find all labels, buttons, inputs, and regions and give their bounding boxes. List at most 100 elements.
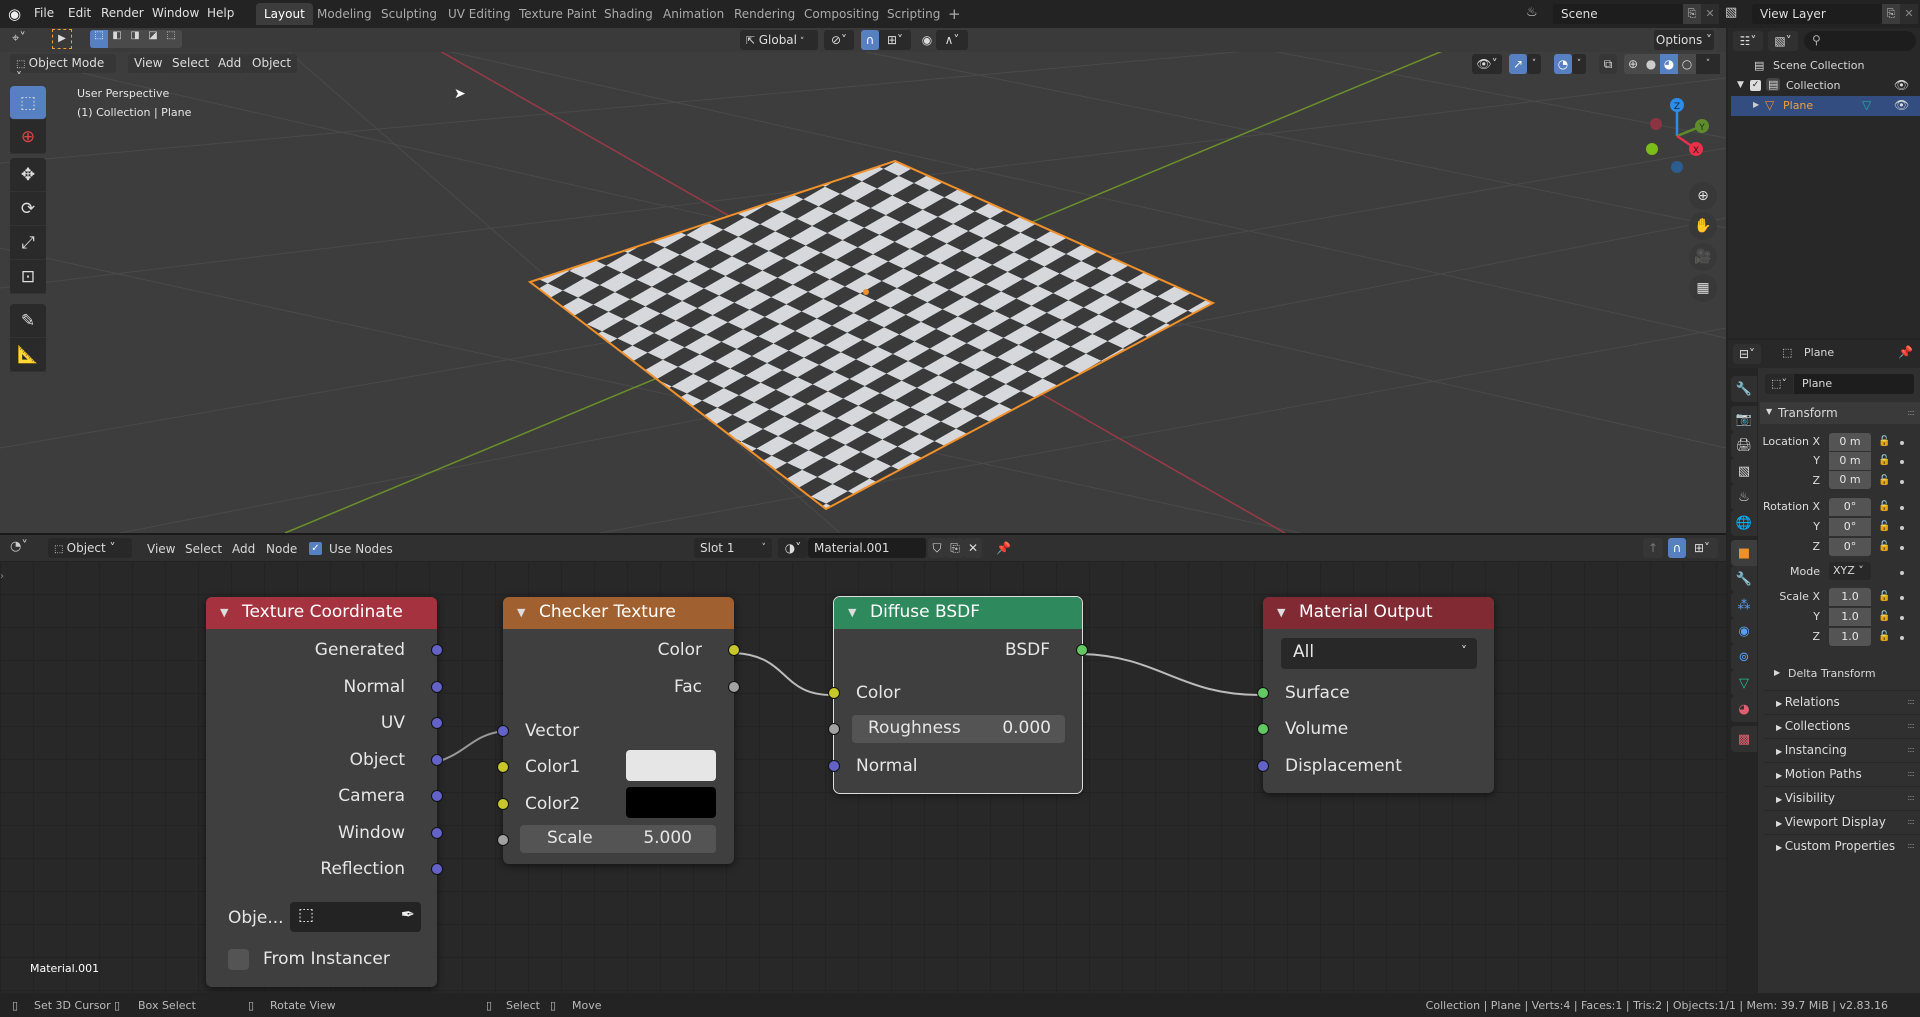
- xray-toggle-icon[interactable]: ⧉: [1599, 54, 1617, 74]
- select-intersect-icon[interactable]: ⬚: [162, 30, 180, 48]
- keyframe-dot[interactable]: [1900, 506, 1904, 510]
- move-tool-icon[interactable]: ✥: [10, 158, 46, 192]
- location-z-field[interactable]: 0 m: [1829, 471, 1871, 489]
- material-preview-shading-icon[interactable]: ◕: [1660, 54, 1678, 74]
- rotation-x-field[interactable]: 0°: [1829, 498, 1871, 516]
- drag-handle-icon[interactable]: ::::: [1907, 793, 1915, 802]
- add-workspace-button[interactable]: +: [940, 3, 969, 25]
- filter-dropdown[interactable]: ▧˅: [1768, 31, 1798, 51]
- target-dropdown[interactable]: All ˅: [1281, 638, 1477, 669]
- drag-handle-icon[interactable]: ::::: [1907, 841, 1915, 850]
- camera-view-icon[interactable]: 🎥: [1689, 243, 1717, 271]
- socket-object[interactable]: [431, 754, 443, 766]
- scene-icon[interactable]: ♨: [1526, 5, 1538, 20]
- gizmo-dropdown[interactable]: ˅: [1527, 54, 1541, 74]
- material-browse-icon[interactable]: ◑˅: [778, 538, 808, 558]
- new-material-icon[interactable]: ⎘: [946, 538, 964, 558]
- panel-visibility[interactable]: ▶ Visibility::::: [1764, 786, 1920, 808]
- output-tab-icon[interactable]: 🖨: [1731, 432, 1757, 458]
- lock-rotation-x-icon[interactable]: 🔓: [1878, 501, 1890, 512]
- tab-rendering[interactable]: Rendering: [726, 3, 803, 25]
- pan-view-icon[interactable]: ✋: [1689, 212, 1717, 240]
- scene-tab-icon[interactable]: ♨: [1731, 484, 1757, 510]
- panel-instancing[interactable]: ▶ Instancing::::: [1764, 738, 1920, 760]
- texture-tab-icon[interactable]: ▩: [1731, 726, 1757, 752]
- collapse-icon[interactable]: ▼: [1277, 606, 1285, 619]
- socket-camera[interactable]: [431, 790, 443, 802]
- expand-arrow-icon[interactable]: ▶: [1753, 100, 1759, 109]
- drag-handle-icon[interactable]: ::::: [1907, 817, 1915, 826]
- lock-location-x-icon[interactable]: 🔓: [1878, 436, 1890, 447]
- new-scene-icon[interactable]: ⎘: [1683, 4, 1701, 24]
- drag-handle-icon[interactable]: ::::: [1907, 721, 1915, 730]
- lock-location-z-icon[interactable]: 🔓: [1878, 475, 1890, 486]
- overlay-toggle-icon[interactable]: ◔: [1554, 54, 1572, 74]
- node-snap-toggle-icon[interactable]: ∩: [1668, 538, 1686, 558]
- keyframe-dot[interactable]: [1900, 636, 1904, 640]
- node-diffuse-bsdf[interactable]: ▼ Diffuse BSDF BSDF Color Roughness 0.00…: [828, 596, 1088, 794]
- tab-scripting[interactable]: Scripting: [879, 3, 948, 25]
- viewport-menu-select[interactable]: Select: [166, 54, 216, 73]
- keyframe-dot[interactable]: [1900, 596, 1904, 600]
- socket-color-out[interactable]: [728, 644, 740, 656]
- node-menu-view[interactable]: View: [147, 542, 175, 556]
- cursor-tool-icon[interactable]: ⊕: [10, 120, 46, 154]
- socket-window[interactable]: [431, 827, 443, 839]
- outliner-item-scene-collection[interactable]: ▤ Scene Collection: [1728, 56, 1920, 76]
- zoom-view-icon[interactable]: ⊕: [1689, 182, 1717, 210]
- node-snap-dropdown[interactable]: ⊞˅: [1686, 538, 1718, 558]
- sidebar-toggle-icon[interactable]: ›: [0, 571, 4, 582]
- tab-sculpting[interactable]: Sculpting: [373, 3, 445, 25]
- lock-rotation-y-icon[interactable]: 🔓: [1878, 521, 1890, 532]
- menu-help[interactable]: Help: [207, 6, 234, 20]
- socket-uv[interactable]: [431, 717, 443, 729]
- eyedropper-icon[interactable]: ✒: [401, 905, 415, 925]
- unlink-material-icon[interactable]: ✕: [964, 538, 982, 558]
- collapse-icon[interactable]: ▼: [848, 606, 856, 619]
- snap-target-dropdown[interactable]: ⊞˅: [879, 30, 911, 50]
- drag-handle-icon[interactable]: ::::: [1907, 408, 1915, 417]
- lock-scale-y-icon[interactable]: 🔓: [1878, 611, 1890, 622]
- shader-type-dropdown[interactable]: ⬚ Object ˅: [48, 538, 132, 558]
- select-extend-icon[interactable]: ◧: [108, 30, 126, 48]
- overlay-dropdown[interactable]: ˅: [1572, 54, 1586, 74]
- node-header[interactable]: ▼ Diffuse BSDF: [834, 597, 1082, 629]
- panel-relations[interactable]: ▶ Relations::::: [1764, 690, 1920, 712]
- pivot-point-dropdown[interactable]: ⊘˅: [824, 30, 854, 50]
- orthographic-toggle-icon[interactable]: ▦: [1689, 274, 1717, 302]
- transform-panel-header[interactable]: ▼ Transform ::::: [1760, 402, 1920, 424]
- socket-normal[interactable]: [431, 681, 443, 693]
- editor-type-dropdown[interactable]: ⊟˅: [1733, 344, 1761, 364]
- view-layer-icon[interactable]: ▧: [1725, 5, 1737, 20]
- collapse-icon[interactable]: ▼: [220, 606, 228, 619]
- outliner-item-collection[interactable]: ▼ ✓ ▤ Collection 👁: [1728, 76, 1920, 96]
- viewport-menu-add[interactable]: Add: [212, 54, 248, 73]
- options-dropdown[interactable]: Options ˅: [1654, 30, 1714, 50]
- scale-y-field[interactable]: 1.0: [1829, 608, 1871, 626]
- delta-transform-subpanel[interactable]: ▶ Delta Transform: [1774, 664, 1914, 684]
- solid-shading-icon[interactable]: ●: [1642, 54, 1660, 74]
- tab-layout[interactable]: Layout: [256, 3, 313, 25]
- editor-type-icon[interactable]: ⌖˅: [12, 31, 26, 46]
- delete-view-layer-icon[interactable]: ✕: [1900, 4, 1918, 24]
- lock-location-y-icon[interactable]: 🔓: [1878, 455, 1890, 466]
- panel-collections[interactable]: ▶ Collections::::: [1764, 714, 1920, 736]
- drag-handle-icon[interactable]: ::::: [1907, 745, 1915, 754]
- node-header[interactable]: ▼ Checker Texture: [503, 597, 734, 629]
- exclude-checkbox[interactable]: ✓: [1750, 80, 1761, 91]
- constraints-tab-icon[interactable]: ⊚: [1731, 644, 1757, 670]
- display-mode-dropdown[interactable]: ☷˅: [1733, 31, 1763, 51]
- socket-surface-in[interactable]: [1257, 687, 1269, 699]
- color2-swatch[interactable]: [626, 787, 716, 818]
- parent-node-tree-icon[interactable]: ↑: [1643, 538, 1663, 558]
- socket-scale-in[interactable]: [497, 834, 509, 846]
- socket-bsdf-out[interactable]: [1076, 644, 1088, 656]
- select-invert-icon[interactable]: ◪: [144, 30, 162, 48]
- navigation-gizmo[interactable]: Z Y X: [1640, 88, 1720, 178]
- collapse-icon[interactable]: ▼: [517, 606, 525, 619]
- annotate-tool-icon[interactable]: ✎: [10, 304, 46, 338]
- physics-tab-icon[interactable]: ◉: [1731, 618, 1757, 644]
- node-editor-canvas[interactable]: ▼ Texture Coordinate Generated Normal UV…: [0, 561, 1726, 993]
- view-layer-field[interactable]: View Layer: [1752, 4, 1882, 24]
- lock-scale-x-icon[interactable]: 🔓: [1878, 591, 1890, 602]
